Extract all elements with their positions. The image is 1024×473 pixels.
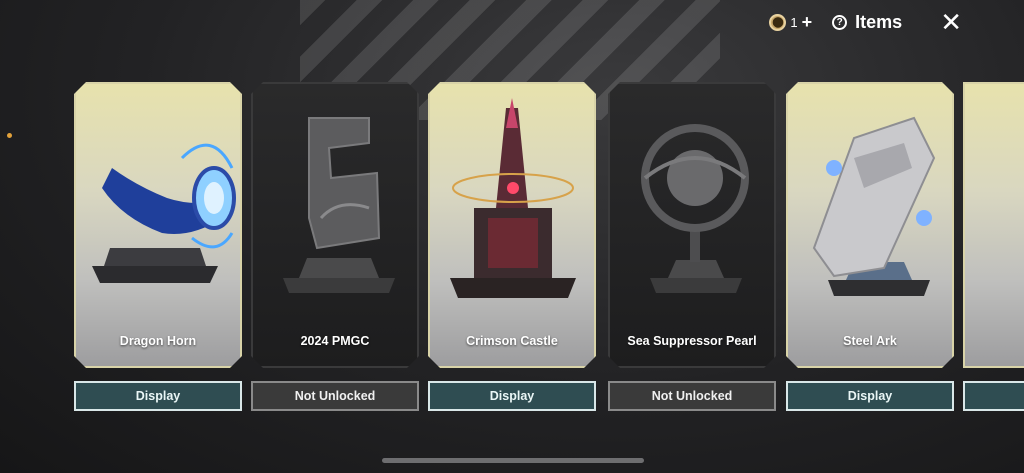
add-token-button[interactable]: + bbox=[802, 12, 813, 33]
display-button-steel-ark[interactable]: Display bbox=[786, 381, 954, 411]
help-area: ? Items bbox=[832, 12, 902, 33]
item-name: Steel Ark bbox=[843, 334, 897, 348]
item-name: Crimson Castle bbox=[466, 334, 558, 348]
item-card-dragon-horn[interactable]: Dragon Horn bbox=[74, 82, 242, 368]
sea-suppressor-pearl-artwork bbox=[616, 98, 770, 308]
token-icon: ⬤ bbox=[769, 13, 787, 31]
item-name: 2024 PMGC bbox=[300, 334, 370, 348]
item-name: Dragon Horn bbox=[119, 334, 197, 348]
item-card-sea-suppressor-pearl[interactable]: Sea Suppressor Pearl bbox=[608, 82, 776, 368]
item-name: Sea Suppressor Pearl bbox=[627, 334, 757, 348]
home-indicator bbox=[382, 458, 644, 463]
indicator-dot bbox=[7, 133, 12, 138]
item-card-partial[interactable] bbox=[963, 82, 1024, 368]
not-unlocked-button-sea-suppressor-pearl[interactable]: Not Unlocked bbox=[608, 381, 776, 411]
close-button[interactable]: ✕ bbox=[940, 9, 962, 35]
top-bar: ⬤ 1 + ? Items ✕ bbox=[769, 8, 1024, 36]
dragon-horn-artwork bbox=[82, 98, 236, 308]
page-title: Items bbox=[855, 11, 903, 32]
item-card-steel-ark[interactable]: Steel Ark bbox=[786, 82, 954, 368]
pmgc-trophy-artwork bbox=[259, 98, 413, 308]
item-card-2024-pmgc[interactable]: 2024 PMGC bbox=[251, 82, 419, 368]
display-button-crimson-castle[interactable]: Display bbox=[428, 381, 596, 411]
steel-ark-artwork bbox=[794, 98, 948, 308]
token-count: 1 bbox=[790, 14, 798, 30]
help-icon[interactable]: ? bbox=[832, 14, 848, 30]
not-unlocked-button-2024-pmgc[interactable]: Not Unlocked bbox=[251, 381, 419, 411]
display-button-dragon-horn[interactable]: Display bbox=[74, 381, 242, 411]
item-card-crimson-castle[interactable]: Crimson Castle bbox=[428, 82, 596, 368]
display-button-partial[interactable] bbox=[963, 381, 1024, 411]
token-counter[interactable]: ⬤ 1 + bbox=[769, 12, 812, 33]
crimson-castle-artwork bbox=[436, 98, 590, 308]
